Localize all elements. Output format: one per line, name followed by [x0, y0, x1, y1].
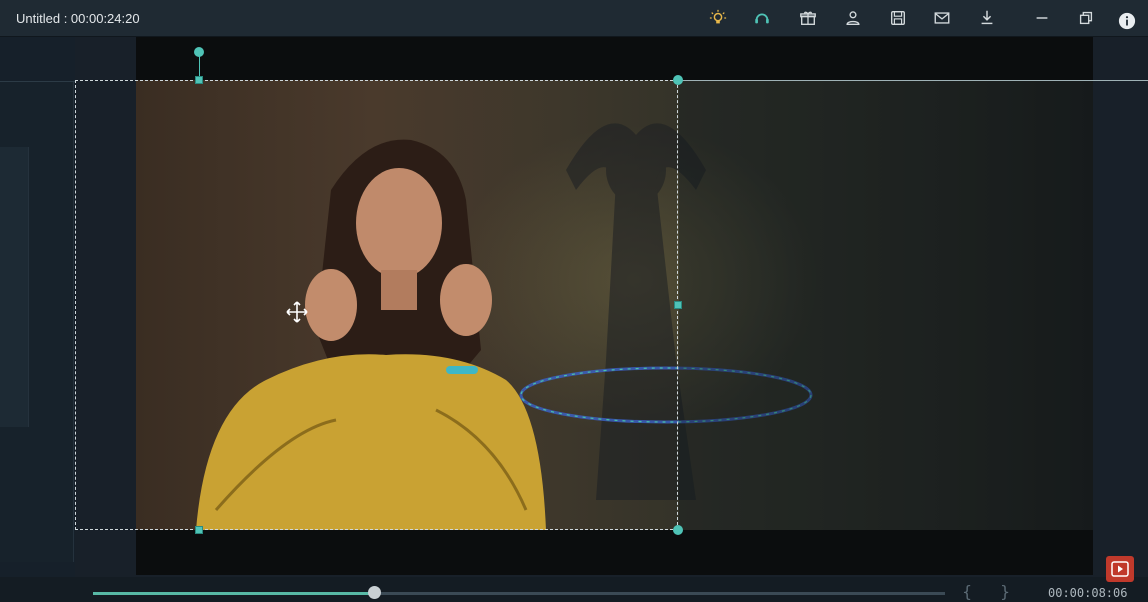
- mark-out-button[interactable]: }: [1000, 582, 1010, 601]
- video-play-icon[interactable]: [1106, 556, 1134, 582]
- mail-icon[interactable]: [930, 7, 954, 29]
- restore-icon[interactable]: [1074, 7, 1098, 29]
- rotate-handle[interactable]: [194, 47, 204, 57]
- progress-thumb[interactable]: [368, 586, 381, 599]
- resize-handle-right[interactable]: [674, 301, 682, 309]
- resize-handle-bottom[interactable]: [195, 526, 203, 534]
- headset-icon[interactable]: [750, 7, 774, 29]
- gift-icon[interactable]: [796, 7, 820, 29]
- resize-handle-bottom-right[interactable]: [673, 525, 683, 535]
- alignment-guide: [678, 80, 1148, 81]
- left-panel: [0, 37, 75, 577]
- resize-handle-top[interactable]: [195, 76, 203, 84]
- title-bar: Untitled : 00:00:24:20: [0, 0, 1148, 37]
- download-icon[interactable]: [975, 7, 999, 29]
- project-title: Untitled : 00:00:24:20: [16, 11, 140, 26]
- account-icon[interactable]: [841, 7, 865, 29]
- video-preview[interactable]: [136, 37, 1093, 575]
- mark-in-button[interactable]: {: [962, 582, 972, 601]
- current-timecode: 00:00:08:06: [1048, 586, 1128, 600]
- canvas-outside-shade: [679, 80, 1093, 530]
- panel-strip: [0, 147, 29, 427]
- playback-bar: [0, 577, 1148, 602]
- save-icon[interactable]: [886, 7, 910, 29]
- info-icon[interactable]: [1115, 10, 1139, 32]
- move-cursor-icon: [286, 301, 308, 323]
- progress-track[interactable]: [93, 592, 945, 595]
- minimize-icon[interactable]: [1030, 7, 1054, 29]
- progress-fill: [93, 592, 374, 595]
- resize-handle-top-right[interactable]: [673, 75, 683, 85]
- bulb-icon[interactable]: [706, 7, 730, 29]
